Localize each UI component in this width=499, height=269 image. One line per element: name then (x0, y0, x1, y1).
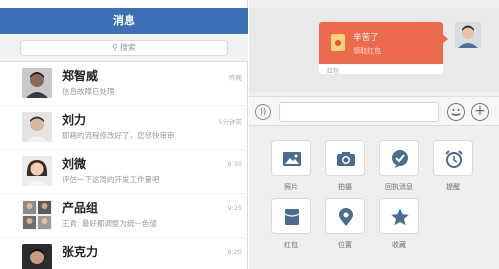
tool-label: 拍摄 (338, 183, 352, 191)
receipt-check-icon (392, 150, 408, 168)
tool-reminder-button[interactable] (433, 140, 473, 176)
conversation-row-zhangkeli[interactable]: 张克力 9:20 (0, 238, 248, 269)
voice-icon[interactable]: )) (255, 104, 271, 120)
tool-favorites-button[interactable] (379, 198, 419, 234)
contact-name: 产品组 (62, 201, 99, 215)
avatar (22, 112, 52, 142)
chat-panel: 辛苦了 领取红包 红包 )) + 照片 拍摄 回执消息 提醒 红包 位置 收藏 (249, 0, 499, 269)
tool-label: 红包 (284, 241, 298, 249)
tool-label: 回执消息 (385, 183, 413, 191)
message-input[interactable] (279, 102, 439, 122)
input-bar: )) + (249, 96, 499, 126)
contact-name: 刘微 (62, 157, 87, 171)
group-avatar (22, 200, 52, 230)
tool-red-packet-button[interactable] (271, 198, 311, 234)
avatar (22, 244, 52, 269)
timestamp: 9:20 (227, 248, 242, 256)
red-packet-label: 红包 (327, 68, 340, 74)
conversation-panel: 消息 ⚲ 搜索 郑智威 信息故障已处理 昨晚 刘力 即箱的流程修改好了，您尽快审审… (0, 0, 248, 269)
avatar (22, 156, 52, 186)
timestamp: 昨晚 (229, 74, 242, 82)
conversation-row-product-group[interactable]: 产品组 王青: 最好都调整为统一色値 9:25 (0, 194, 248, 238)
tool-label: 收藏 (392, 241, 406, 249)
bubble-tail (442, 34, 448, 44)
timestamp: 9:30 (227, 160, 242, 168)
red-packet-icon (284, 209, 300, 225)
last-message: 即箱的流程修改好了，您尽快审审 (62, 131, 175, 140)
search-bar: ⚲ 搜索 (0, 34, 248, 62)
red-packet-title: 辛苦了 (353, 33, 379, 43)
tool-label: 位置 (338, 241, 352, 249)
tool-label: 提醒 (446, 183, 460, 191)
tool-location-button[interactable] (325, 198, 365, 234)
red-packet-message[interactable]: 辛苦了 领取红包 红包 (319, 22, 443, 74)
last-message: 评估一下这周的开发工作量吧 (62, 175, 160, 184)
camera-icon (337, 152, 355, 166)
contact-name: 刘力 (62, 113, 87, 127)
tool-photo-button[interactable] (271, 140, 311, 176)
last-message: 王青: 最好都调整为统一色値 (62, 219, 157, 228)
alarm-clock-icon (445, 150, 463, 168)
tool-label: 照片 (284, 183, 298, 191)
avatar[interactable] (455, 22, 481, 48)
red-packet-subtitle: 领取红包 (353, 47, 381, 55)
conversation-row-liuwei[interactable]: 刘微 评估一下这周的开发工作量吧 9:30 (0, 150, 248, 194)
search-placeholder: 搜索 (119, 43, 136, 52)
tool-receipt-button[interactable] (379, 140, 419, 176)
page-title: 消息 (0, 8, 248, 34)
contact-name: 张克力 (62, 245, 99, 259)
last-message: 信息故障已处理 (62, 87, 115, 96)
message-area: 辛苦了 领取红包 红包 (249, 8, 499, 92)
search-input[interactable]: ⚲ 搜索 (20, 40, 228, 56)
contact-name: 郑智威 (62, 69, 99, 83)
plus-icon[interactable]: + (471, 103, 489, 121)
emoji-icon[interactable] (447, 103, 465, 121)
conversation-row-zhengzhiwei[interactable]: 郑智威 信息故障已处理 昨晚 (0, 62, 248, 106)
red-packet-icon (331, 34, 345, 51)
timestamp: 9:25 (227, 204, 242, 212)
location-pin-icon (339, 208, 353, 226)
conversation-row-liuli[interactable]: 刘力 即箱的流程修改好了，您尽快审审 5分钟前 (0, 106, 248, 150)
avatar (22, 68, 52, 98)
photo-icon (283, 152, 301, 166)
tool-camera-button[interactable] (325, 140, 365, 176)
search-icon: ⚲ (112, 43, 118, 52)
star-icon (391, 208, 409, 226)
timestamp: 5分钟前 (218, 118, 242, 126)
